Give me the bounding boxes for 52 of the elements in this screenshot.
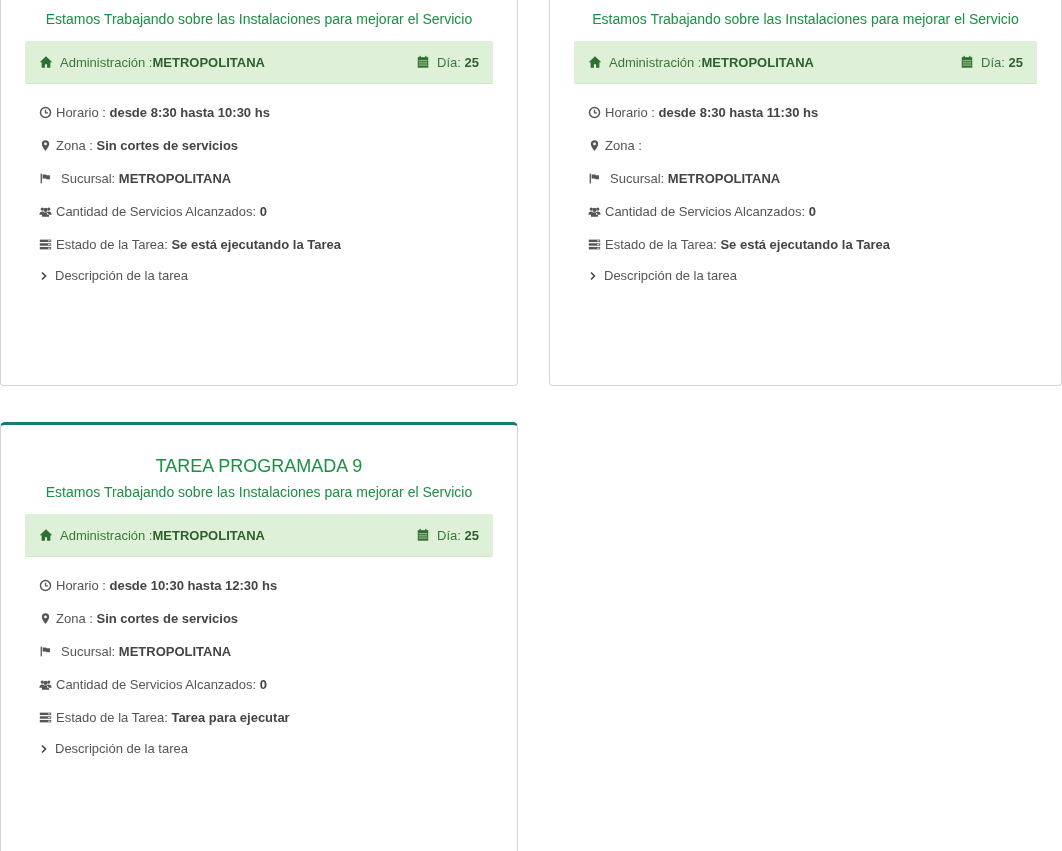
- detail-text: Cantidad de Servicios Alcanzados: 0: [56, 677, 268, 692]
- day-text: Día: 25: [437, 527, 479, 543]
- map-pin-icon: [39, 612, 52, 625]
- description-toggle[interactable]: Descripción de la tarea: [37, 264, 190, 287]
- detail-text: Zona :: [605, 138, 642, 153]
- chevron-icon: [588, 270, 598, 281]
- card-subtitle: Estamos Trabajando sobre las Instalaciones para mejorar el Servicio: [44, 483, 474, 502]
- users-icon: [39, 678, 52, 691]
- description-toggle[interactable]: Descripción de la tarea: [37, 737, 190, 760]
- day-text: Día: 25: [981, 54, 1023, 70]
- flag-icon: [39, 172, 52, 185]
- users-icon: [588, 205, 601, 218]
- detail-text: Horario : desde 8:30 hasta 10:30 hs: [56, 105, 270, 120]
- admin-text: Administración :METROPOLITANA: [60, 54, 265, 70]
- tasks-icon: [39, 238, 52, 251]
- home-icon: [39, 528, 53, 542]
- admin-text: Administración :METROPOLITANA: [609, 54, 814, 70]
- map-pin-icon: [588, 139, 601, 152]
- clock-icon: [39, 579, 52, 592]
- map-pin-icon: [39, 139, 52, 152]
- card-title: TAREA PROGRAMADA 9: [154, 455, 364, 478]
- detail-text: Cantidad de Servicios Alcanzados: 0: [605, 204, 817, 219]
- tasks-icon: [588, 238, 601, 251]
- day-text: Día: 25: [437, 54, 479, 70]
- chevron-icon: [39, 743, 49, 754]
- card-subtitle: Estamos Trabajando sobre las Instalaciones para mejorar el Servicio: [44, 10, 474, 29]
- chevron-icon: [39, 270, 49, 281]
- detail-text: Estado de la Tarea: Tarea para ejecutar: [56, 710, 290, 725]
- users-icon: [39, 205, 52, 218]
- detail-text: Estado de la Tarea: Se está ejecutando la Tarea: [605, 237, 890, 252]
- detail-text: Zona : Sin cortes de servicios: [56, 138, 239, 153]
- calendar-icon: [960, 55, 975, 69]
- flag-icon: [39, 645, 52, 658]
- flag-icon: [588, 172, 601, 185]
- detail-text: Horario : desde 8:30 hasta 11:30 hs: [605, 105, 819, 120]
- detail-text: Estado de la Tarea: Se está ejecutando la Tarea: [56, 237, 341, 252]
- clock-icon: [588, 106, 601, 119]
- detail-text: Zona : Sin cortes de servicios: [56, 611, 239, 626]
- detail-text: Sucursal: METROPOLITANA: [61, 644, 232, 659]
- detail-text: Cantidad de Servicios Alcanzados: 0: [56, 204, 268, 219]
- detail-text: Sucursal: METROPOLITANA: [610, 171, 781, 186]
- home-icon: [588, 55, 602, 69]
- calendar-icon: [416, 55, 431, 69]
- home-icon: [39, 55, 53, 69]
- description-toggle[interactable]: Descripción de la tarea: [586, 264, 739, 287]
- detail-text: Sucursal: METROPOLITANA: [61, 171, 232, 186]
- admin-text: Administración :METROPOLITANA: [60, 527, 265, 543]
- clock-icon: [39, 106, 52, 119]
- detail-text: Horario : desde 10:30 hasta 12:30 hs: [56, 578, 278, 593]
- tasks-icon: [39, 711, 52, 724]
- calendar-icon: [416, 528, 431, 542]
- card-subtitle: Estamos Trabajando sobre las Instalaciones para mejorar el Servicio: [591, 10, 1020, 29]
